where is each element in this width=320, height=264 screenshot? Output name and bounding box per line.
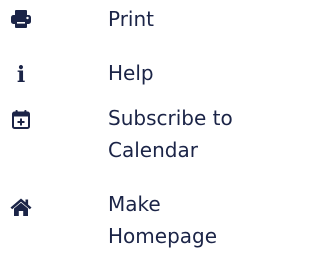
make-homepage-label: Make Homepage xyxy=(108,192,218,248)
help-label: Help xyxy=(108,61,154,85)
print-icon xyxy=(10,8,32,30)
calendar-plus-icon xyxy=(10,108,32,130)
subscribe-calendar-menu-item[interactable]: Subscribe to Calendar xyxy=(0,102,269,178)
print-menu-item[interactable]: Print xyxy=(0,3,269,39)
make-homepage-menu-item[interactable]: Make Homepage xyxy=(0,188,269,264)
print-label: Print xyxy=(108,7,155,31)
actions-menu: Print i Help Subscribe to Calendar Make … xyxy=(0,0,269,263)
home-icon xyxy=(10,196,32,218)
subscribe-calendar-label: Subscribe to Calendar xyxy=(108,106,233,162)
help-menu-item[interactable]: i Help xyxy=(0,57,269,93)
info-icon: i xyxy=(16,62,26,88)
